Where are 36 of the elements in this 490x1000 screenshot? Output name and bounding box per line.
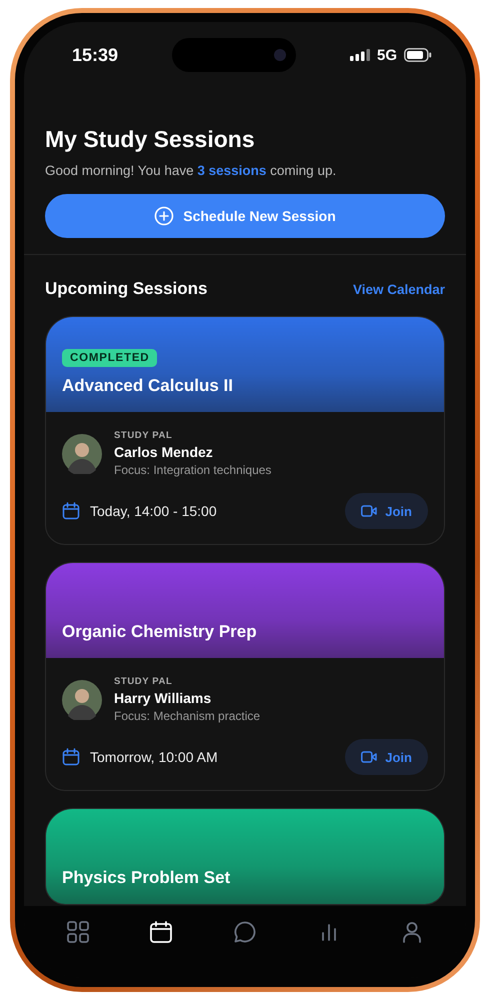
pal-name: Harry Williams xyxy=(114,690,212,706)
session-time: Tomorrow, 10:00 AM xyxy=(90,749,219,765)
page-title: My Study Sessions xyxy=(45,126,256,153)
study-pal-label: STUDY PAL xyxy=(114,676,174,687)
avatar-icon xyxy=(62,434,102,474)
study-pal-label: STUDY PAL xyxy=(114,430,174,441)
session-time: Today, 14:00 - 15:00 xyxy=(90,503,218,519)
session-title: Physics Problem Set xyxy=(62,868,230,888)
calendar-icon xyxy=(62,502,80,520)
status-time: 15:39 xyxy=(72,44,118,66)
join-button[interactable]: Join xyxy=(345,493,428,529)
session-title: Organic Chemistry Prep xyxy=(62,622,257,642)
chat-bubble-icon xyxy=(232,920,257,944)
session-card[interactable]: Physics Problem Set xyxy=(45,808,445,905)
session-card[interactable]: COMPLETED Advanced Calculus II STUDY PAL Carlos Mendez Focus: Integration techniques Today, 14:00 - 15:00 Join xyxy=(45,316,445,545)
network-label: 5G xyxy=(376,46,397,64)
view-calendar-link[interactable]: View Calendar xyxy=(352,282,445,296)
session-card[interactable]: Organic Chemistry Prep STUDY PAL Harry Williams Focus: Mechanism practice Tomorrow, 10:00 AM Join xyxy=(45,562,445,791)
avatar-icon xyxy=(62,680,102,720)
grid-icon xyxy=(66,920,90,944)
session-title: Advanced Calculus II xyxy=(62,376,233,396)
video-icon xyxy=(361,505,378,517)
greeting-text: Good morning! You have 3 sessions coming up. xyxy=(45,163,338,178)
focus-text: Focus: Mechanism practice xyxy=(114,709,260,723)
battery-icon xyxy=(404,48,432,62)
video-icon xyxy=(361,751,378,763)
plus-circle-icon xyxy=(154,206,174,226)
section-title: Upcoming Sessions xyxy=(45,279,208,299)
focus-text: Focus: Integration techniques xyxy=(114,463,272,477)
status-badge: COMPLETED xyxy=(62,349,158,367)
pal-name: Carlos Mendez xyxy=(114,444,214,460)
calendar-icon xyxy=(62,748,80,766)
schedule-button[interactable]: Schedule New Session xyxy=(45,194,445,238)
signal-icon xyxy=(350,49,370,61)
join-button[interactable]: Join xyxy=(345,739,428,775)
calendar-icon xyxy=(149,920,174,944)
